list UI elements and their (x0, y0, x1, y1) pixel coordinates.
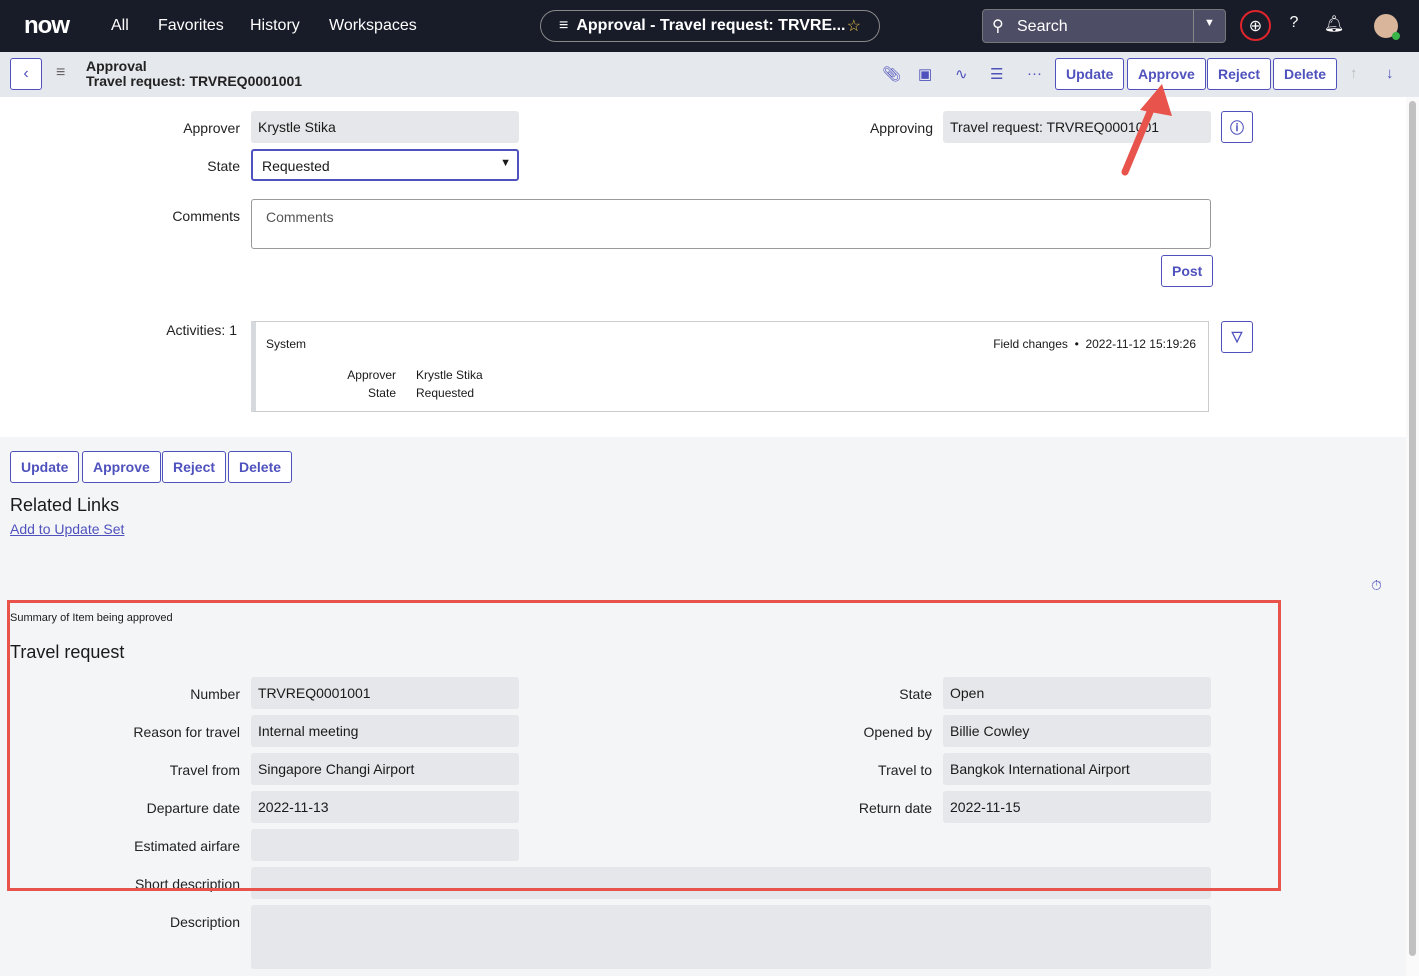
list-icon: ≡ (559, 17, 569, 34)
search-placeholder: Search (1017, 18, 1068, 35)
more-icon[interactable]: ··· (1027, 65, 1042, 82)
activity-icon[interactable]: ∿ (955, 65, 968, 83)
nav-history[interactable]: History (250, 17, 300, 35)
avatar[interactable] (1374, 14, 1400, 40)
add-to-update-set-link[interactable]: Add to Update Set (10, 521, 124, 537)
activities-label: Activities: 1 (166, 322, 237, 338)
approver-label: Approver (183, 120, 240, 136)
help-icon[interactable]: ? (1282, 14, 1306, 32)
reject-button[interactable]: Reject (1207, 58, 1272, 90)
paperclip-icon[interactable]: 📎︎ (882, 65, 901, 83)
reject-button-bottom[interactable]: Reject (162, 451, 227, 483)
search-icon: ⚲ (992, 18, 1004, 35)
nav-workspaces[interactable]: Workspaces (329, 17, 417, 35)
activity-author: System (266, 337, 307, 351)
activity-timestamp: 2022-11-12 15:19:26 (1085, 337, 1196, 351)
arrow-up-icon[interactable]: ↑ (1350, 65, 1358, 82)
scrollbar-thumb[interactable] (1409, 101, 1416, 956)
menu-icon[interactable]: ≡ (56, 64, 65, 82)
chevron-down-icon[interactable]: ▼ (1193, 10, 1225, 42)
search-input[interactable]: ⚲ Search ▼ (982, 9, 1226, 43)
clipboard-icon[interactable]: ▣ (918, 65, 932, 83)
comments-label: Comments (172, 208, 240, 224)
update-button-bottom[interactable]: Update (10, 451, 80, 483)
context-title: Approval - Travel request: TRVRE... (576, 17, 846, 34)
nav-favorites[interactable]: Favorites (158, 17, 224, 35)
delete-button[interactable]: Delete (1273, 58, 1338, 90)
servicenow-logo[interactable]: now (24, 12, 70, 40)
approve-button-bottom[interactable]: Approve (82, 451, 161, 483)
arrow-down-icon[interactable]: ↓ (1386, 65, 1394, 82)
change-value: Requested (416, 386, 475, 400)
form-header: ‹ ≡ Approval Travel request: TRVREQ000100… (0, 52, 1419, 97)
bell-icon[interactable]: 🔔︎ (1322, 14, 1346, 34)
annotation-arrow (1121, 84, 1172, 176)
post-button[interactable]: Post (1161, 255, 1214, 287)
state-label: State (207, 158, 240, 174)
settings-sliders-icon[interactable]: ☰ (990, 65, 1003, 83)
star-icon[interactable]: ☆ (847, 16, 861, 36)
state-value: Requested (262, 158, 330, 174)
activity-entry: System Field changes • 2022-11-12 15:19:… (251, 321, 1209, 412)
scrollbar[interactable] (1406, 97, 1419, 976)
top-nav-bar: now All Favorites History Workspaces ≡ Ap… (0, 0, 1419, 52)
online-status-dot (1392, 32, 1400, 40)
filter-icon[interactable]: ▽ (1221, 321, 1253, 353)
approver-field[interactable]: Krystle Stika (251, 111, 519, 143)
activity-type: Field changes (993, 337, 1068, 351)
back-button[interactable]: ‹ (10, 58, 42, 90)
related-links-title: Related Links (10, 495, 120, 515)
timer-icon[interactable]: ⏱︎ (1371, 577, 1382, 594)
nav-all[interactable]: All (111, 17, 129, 35)
globe-icon[interactable]: ⊕ (1240, 10, 1271, 41)
change-value: Krystle Stika (416, 368, 483, 382)
page-title: Approval Travel request: TRVREQ0001001 (86, 58, 303, 89)
info-icon[interactable]: ⓘ (1221, 111, 1253, 143)
annotation-highlight-box (7, 600, 1281, 891)
change-field: State (367, 386, 396, 400)
state-select[interactable]: Requested ▼ (251, 149, 519, 181)
description-label: Description (169, 914, 240, 930)
approving-label: Approving (869, 120, 933, 136)
comments-input[interactable]: Comments (251, 199, 1211, 249)
chevron-down-icon: ▼ (500, 157, 511, 169)
description-field[interactable] (251, 905, 1211, 969)
context-title-pill[interactable]: ≡ Approval - Travel request: TRVRE... ☆ (540, 10, 880, 42)
change-field: Approver (347, 368, 396, 382)
delete-button-bottom[interactable]: Delete (228, 451, 293, 483)
